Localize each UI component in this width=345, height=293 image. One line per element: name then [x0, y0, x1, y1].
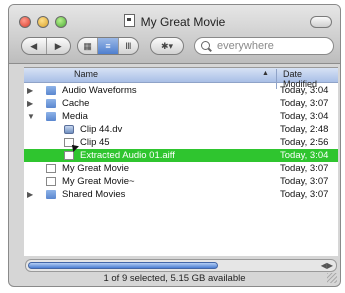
- audio-file-icon: [64, 151, 74, 160]
- search-field[interactable]: everywhere: [194, 37, 334, 55]
- disclosure-triangle-collapsed-icon[interactable]: ▶: [27, 97, 33, 110]
- item-date: Today, 3:04: [280, 85, 329, 96]
- back-button[interactable]: ◀: [22, 38, 47, 54]
- list-item[interactable]: ▼ Media Today, 3:04: [24, 110, 338, 123]
- gear-icon: ✱▾: [160, 40, 174, 51]
- list-header: Name ▲ Date Modified: [24, 68, 338, 89]
- sort-ascending-icon: ▲: [262, 70, 269, 77]
- item-date: Today, 3:07: [280, 163, 329, 174]
- search-placeholder: everywhere: [217, 40, 274, 52]
- status-bar: 1 of 9 selected, 5.15 GB available: [103, 273, 246, 284]
- item-date: Today, 2:48: [280, 124, 329, 135]
- column-view-button[interactable]: Ⅲ: [119, 38, 138, 54]
- folder-icon: [46, 190, 56, 199]
- document-icon: [123, 14, 135, 27]
- list-view-button[interactable]: ≡: [98, 38, 119, 54]
- list-item[interactable]: ▶ Audio Waveforms Today, 3:04: [24, 84, 338, 97]
- forward-button[interactable]: ▶: [47, 38, 71, 54]
- disclosure-triangle-collapsed-icon[interactable]: ▶: [27, 188, 33, 201]
- file-list: Name ▲ Date Modified ▶ Audio Waveforms T…: [24, 67, 338, 256]
- disclosure-triangle-expanded-icon[interactable]: ▼: [27, 110, 35, 123]
- finder-window: My Great Movie ◀ ▶ ▦ ≡ Ⅲ ✱▾ everywhere N…: [8, 4, 341, 287]
- document-file-icon: [46, 177, 56, 186]
- list-item[interactable]: Clip 44.dv Today, 2:48: [24, 123, 338, 136]
- document-file-icon: [46, 164, 56, 173]
- item-date: Today, 3:07: [280, 189, 329, 200]
- item-name: Clip 44.dv: [80, 124, 123, 135]
- item-name: Audio Waveforms: [62, 85, 137, 96]
- item-name: Shared Movies: [62, 189, 126, 200]
- folder-icon: [46, 99, 56, 108]
- item-name: My Great Movie: [62, 163, 130, 174]
- movie-file-icon: [64, 125, 74, 134]
- view-switcher: ▦ ≡ Ⅲ: [77, 37, 139, 55]
- column-header-name[interactable]: Name: [74, 69, 98, 79]
- window-title-text: My Great Movie: [140, 15, 226, 29]
- title-bar: My Great Movie ◀ ▶ ▦ ≡ Ⅲ ✱▾ everywhere: [9, 5, 340, 64]
- item-name: My Great Movie~: [62, 176, 135, 187]
- item-date: Today, 3:04: [280, 150, 329, 161]
- back-forward-control: ◀ ▶: [21, 37, 71, 55]
- list-item[interactable]: ▶ Cache Today, 3:07: [24, 97, 338, 110]
- folder-icon: [46, 112, 56, 121]
- disclosure-triangle-collapsed-icon[interactable]: ▶: [27, 84, 33, 97]
- search-icon: [201, 41, 210, 50]
- item-name: Cache: [62, 98, 90, 109]
- item-date: Today, 3:07: [280, 176, 329, 187]
- list-item[interactable]: My Great Movie~ Today, 3:07: [24, 175, 338, 188]
- list-item[interactable]: My Great Movie Today, 3:07: [24, 162, 338, 175]
- list-item[interactable]: ▶ Shared Movies Today, 3:07: [24, 188, 338, 201]
- scrollbar-thumb[interactable]: [28, 262, 218, 269]
- item-date: Today, 3:04: [280, 111, 329, 122]
- horizontal-scrollbar[interactable]: ◀▶: [25, 259, 337, 272]
- list-item-selected[interactable]: Extracted Audio 01.aiff Today, 3:04: [24, 149, 338, 162]
- action-menu[interactable]: ✱▾: [150, 37, 184, 55]
- item-name: Media: [62, 111, 88, 122]
- toolbar-toggle-button[interactable]: [310, 16, 332, 28]
- resize-grip-icon[interactable]: [327, 273, 337, 283]
- icon-view-button[interactable]: ▦: [78, 38, 99, 54]
- item-date: Today, 3:07: [280, 98, 329, 109]
- item-name: Clip 45: [80, 137, 110, 148]
- item-name: Extracted Audio 01.aiff: [80, 150, 175, 161]
- window-title: My Great Movie: [9, 14, 340, 29]
- scroll-arrows-icon[interactable]: ◀▶: [321, 261, 333, 270]
- folder-icon: [46, 86, 56, 95]
- item-date: Today, 2:56: [280, 137, 329, 148]
